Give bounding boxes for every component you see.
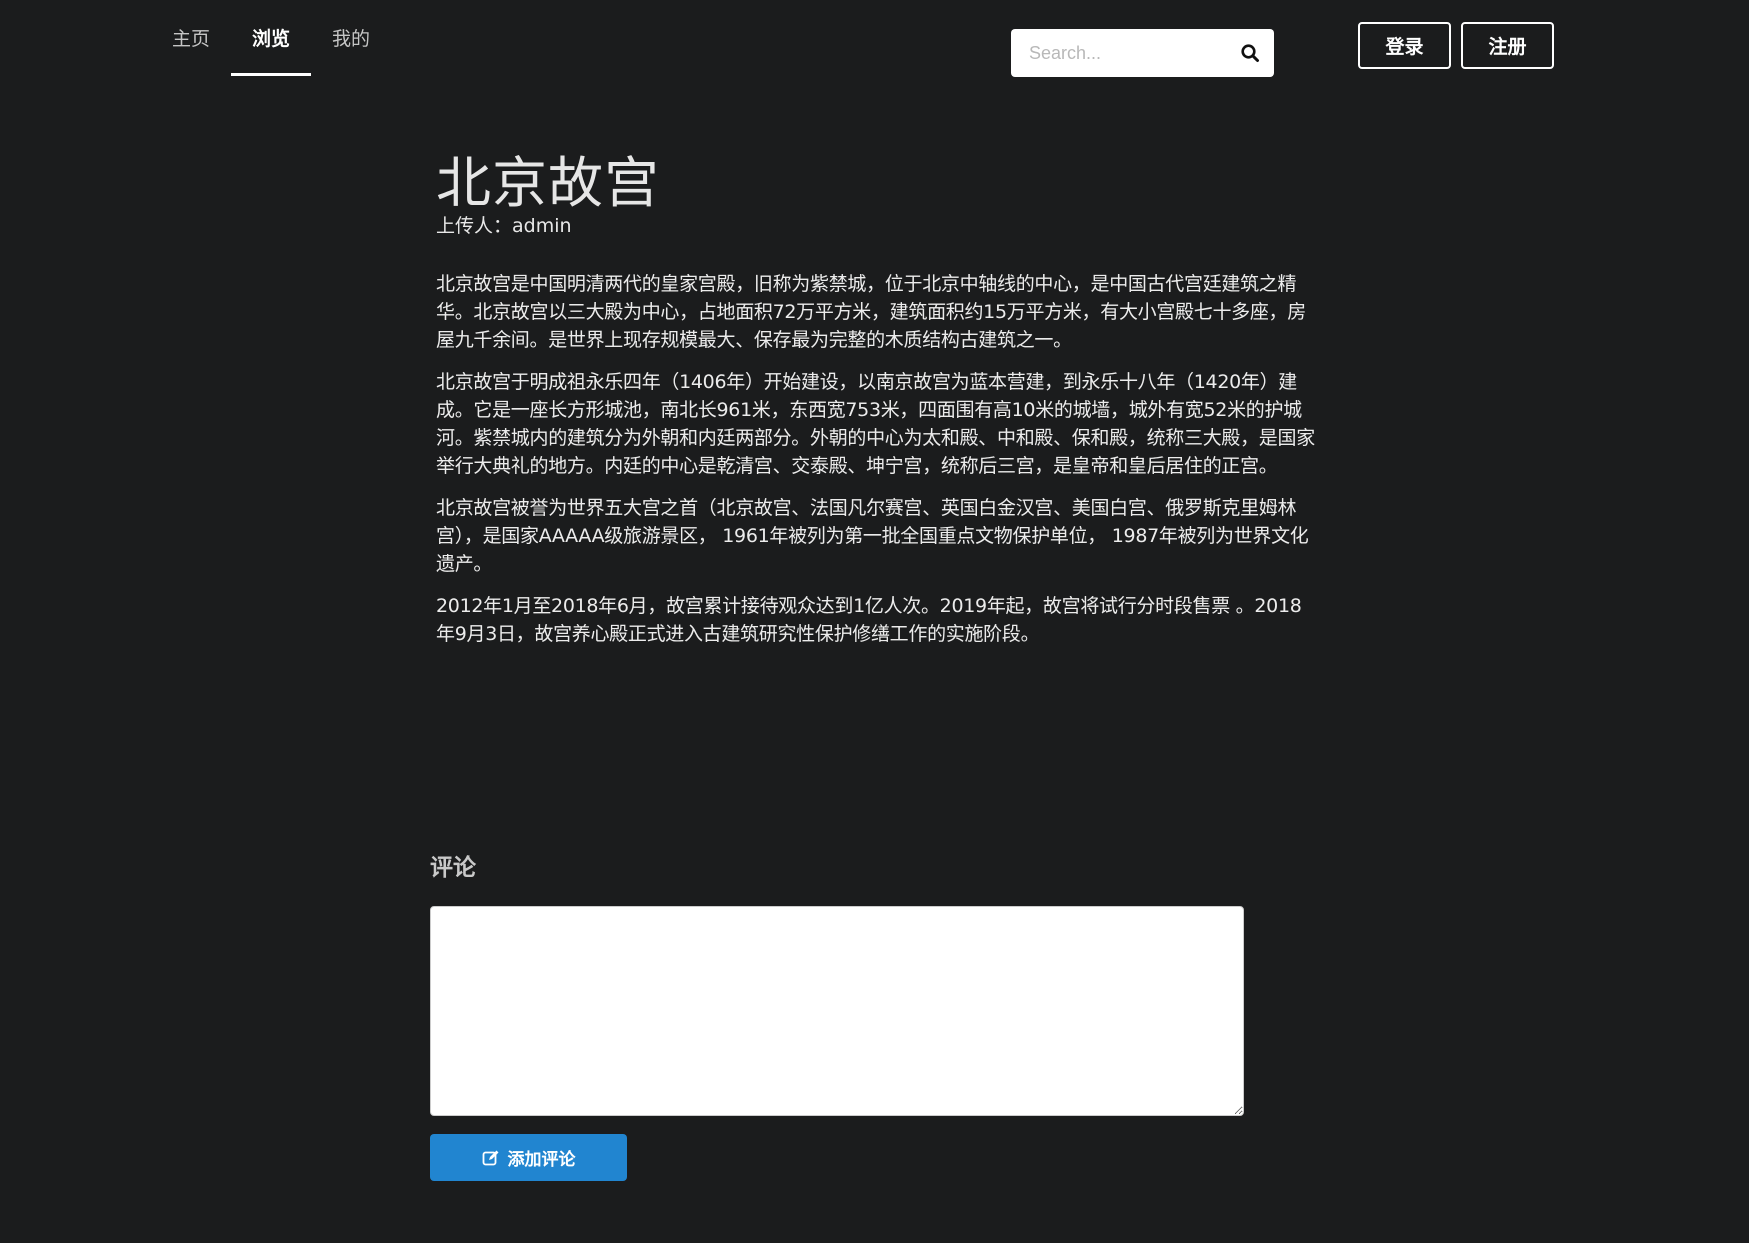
uploader-label: 上传人：admin (436, 215, 572, 237)
page: 主页 浏览 我的 登录 注册 北京故宫 上传人：admin 北京故宫是中国明清两… (0, 0, 1749, 1243)
paragraph: 北京故宫是中国明清两代的皇家宫殿，旧称为紫禁城，位于北京中轴线的中心，是中国古代… (436, 273, 1306, 351)
page-title: 北京故宫 (436, 151, 661, 215)
register-button[interactable]: 注册 (1461, 22, 1554, 69)
search-icon[interactable] (1240, 43, 1260, 63)
tab-browse[interactable]: 浏览 (231, 0, 312, 76)
tab-home[interactable]: 主页 (151, 0, 231, 76)
article-content: 北京故宫是中国明清两代的皇家宫殿，旧称为紫禁城，位于北京中轴线的中心，是中国古代… (436, 270, 1316, 648)
nav-tabs: 主页 浏览 我的 (172, 0, 391, 80)
login-button[interactable]: 登录 (1358, 22, 1451, 69)
paragraph: 北京故宫于明成祖永乐四年（1406年）开始建设，以南京故宫为蓝本营建，到永乐十八… (436, 371, 1315, 477)
tab-mine[interactable]: 我的 (311, 0, 391, 76)
search-input[interactable] (1011, 30, 1239, 76)
comments-section: 评论 添加评论 (430, 850, 1245, 1181)
top-menu: 主页 浏览 我的 登录 注册 (0, 0, 1749, 80)
search-box (1011, 29, 1274, 77)
comments-title: 评论 (430, 855, 476, 881)
comment-textarea[interactable] (430, 906, 1244, 1116)
add-comment-button[interactable]: 添加评论 (430, 1134, 627, 1181)
edit-icon (482, 1150, 498, 1165)
paragraph: 北京故宫被誉为世界五大宫之首（北京故宫、法国凡尔赛宫、英国白金汉宫、美国白宫、俄… (436, 497, 1309, 575)
article: 北京故宫 上传人：admin 北京故宫是中国明清两代的皇家宫殿，旧称为紫禁城，位… (436, 150, 1316, 662)
paragraph: 2012年1月至2018年6月，故宫累计接待观众达到1亿人次。2019年起，故宫… (436, 595, 1302, 645)
add-comment-label: 添加评论 (507, 1150, 576, 1170)
